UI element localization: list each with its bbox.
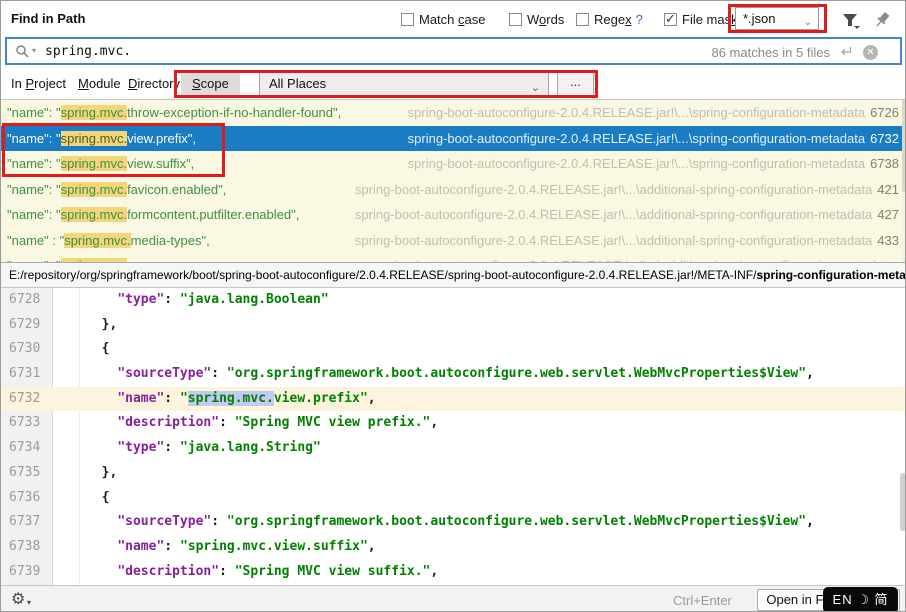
tab-scope[interactable]: Scope (181, 72, 240, 95)
checkbox-box[interactable] (576, 13, 589, 26)
result-line-number: 6732 (870, 131, 899, 146)
code-line[interactable]: 6739 "description": "Spring MVC view suf… (1, 560, 906, 585)
result-row[interactable]: "name": "spring.mvc.throw-exception-if-n… (1, 100, 906, 126)
checkbox-box[interactable] (401, 13, 414, 26)
dialog-title: Find in Path (11, 11, 85, 26)
code-line[interactable]: 6736 { (1, 486, 906, 511)
match-case-label: Match case (419, 12, 485, 27)
result-line-number: 6726 (870, 105, 899, 120)
code-line-current[interactable]: 6732 "name": "spring.mvc.view.prefix", (1, 387, 906, 412)
editor-scrollbar[interactable] (900, 473, 906, 531)
code-line[interactable]: 6731 "sourceType": "org.springframework.… (1, 362, 906, 387)
result-line-number: 433 (877, 233, 899, 248)
chevron-down-icon: ⌄ (531, 77, 540, 99)
ime-indicator: EN ☽ 简 (823, 587, 898, 612)
tab-module[interactable]: Module (78, 76, 121, 91)
regex-checkbox[interactable]: Regex ? (576, 12, 643, 27)
result-row-selected[interactable]: "name": "spring.mvc.view.prefix", spring… (1, 126, 906, 152)
code-line[interactable]: 6728 "type": "java.lang.Boolean" (1, 288, 906, 313)
file-mask-label: File mask: (682, 12, 741, 27)
regex-label: Regex (594, 12, 632, 27)
filter-options-button[interactable] (840, 10, 862, 32)
result-row[interactable]: "name": "spring.mvc.view.suffix", spring… (1, 151, 906, 177)
code-line[interactable]: 6733 "description": "Spring MVC view pre… (1, 411, 906, 436)
result-path: spring-boot-autoconfigure-2.0.4.RELEASE.… (408, 131, 865, 146)
code-line[interactable]: 6737 "sourceType": "org.springframework.… (1, 510, 906, 535)
results-list: "name": "spring.mvc.throw-exception-if-n… (1, 99, 906, 262)
code-line[interactable]: 6729 }, (1, 313, 906, 338)
newline-icon[interactable]: ↵ (841, 42, 854, 62)
results-scrollbar[interactable] (902, 100, 906, 262)
result-row-partial[interactable]: "name": "spring.mvc. spring-boot-autocon… (1, 253, 906, 262)
result-line-number: 427 (877, 207, 899, 222)
pin-button[interactable] (871, 9, 893, 31)
chevron-down-icon: ⌄ (804, 12, 812, 33)
result-path: spring-boot-autoconfigure-2.0.4.RELEASE.… (355, 182, 872, 197)
code-line[interactable]: 6735 }, (1, 461, 906, 486)
words-checkbox[interactable]: Words (509, 12, 564, 27)
result-path: spring-boot-autoconfigure-2.0.4.RELEASE.… (408, 156, 865, 171)
code-line[interactable]: 6730 { (1, 337, 906, 362)
result-path: spring-boot-autoconfigure-2.0.4.RELEASE.… (408, 105, 865, 120)
result-row[interactable]: "name": "spring.mvc.formcontent.putfilte… (1, 202, 906, 228)
search-query-text: spring.mvc. (45, 44, 131, 59)
find-in-path-dialog: Find in Path Match case Words Regex ? Fi… (0, 0, 906, 612)
scope-value: All Places (269, 76, 326, 91)
code-line[interactable]: 6734 "type": "java.lang.String" (1, 436, 906, 461)
file-mask-value: *.json (743, 11, 776, 26)
result-path: spring-boot-autoconfigure-2.0.4.RELEASE.… (355, 207, 872, 222)
result-path: spring-boot-autoconfigure-2.0.4.RELEASE.… (355, 233, 872, 248)
preview-editor[interactable]: 6728 "type": "java.lang.Boolean" 6729 },… (1, 288, 906, 585)
code-line[interactable]: 6738 "name": "spring.mvc.view.suffix", (1, 535, 906, 560)
search-history-caret-icon[interactable]: ▾ (32, 46, 36, 55)
match-count-label: 86 matches in 5 files (711, 45, 830, 60)
scope-dropdown[interactable]: All Places ⌄ (259, 72, 549, 96)
footer-bar: ⚙ ▾ Ctrl+Enter Open in Find Window EN ☽ … (1, 585, 906, 612)
regex-help-icon[interactable]: ? (636, 12, 643, 27)
tab-directory[interactable]: Directory (128, 76, 180, 91)
match-case-checkbox[interactable]: Match case (401, 12, 485, 27)
result-row[interactable]: "name" : "spring.mvc.media-types", sprin… (1, 228, 906, 254)
shortcut-hint: Ctrl+Enter (673, 593, 732, 608)
words-label: Words (527, 12, 564, 27)
result-line-number: 6738 (870, 156, 899, 171)
chevron-down-icon: ▾ (27, 598, 31, 607)
scope-more-button[interactable]: ... (557, 72, 594, 96)
gear-icon[interactable]: ⚙ (11, 589, 25, 609)
search-input[interactable]: ▾ spring.mvc. 86 matches in 5 files ↵ ✕ (5, 37, 902, 65)
pushpin-icon (871, 9, 893, 31)
search-icon[interactable] (15, 44, 30, 59)
preview-file-path: E:/repository/org/springframework/boot/s… (1, 262, 906, 288)
tab-in-project[interactable]: In Project (11, 76, 66, 91)
result-line-number: 421 (877, 182, 899, 197)
checkbox-box[interactable] (664, 13, 677, 26)
close-icon[interactable]: ✕ (863, 45, 878, 60)
checkbox-box[interactable] (509, 13, 522, 26)
file-mask-dropdown[interactable]: *.json ⌄ (735, 7, 819, 30)
result-row[interactable]: "name": "spring.mvc.favicon.enabled", sp… (1, 177, 906, 203)
funnel-icon (840, 10, 862, 32)
file-mask-checkbox[interactable]: File mask: (664, 12, 741, 27)
